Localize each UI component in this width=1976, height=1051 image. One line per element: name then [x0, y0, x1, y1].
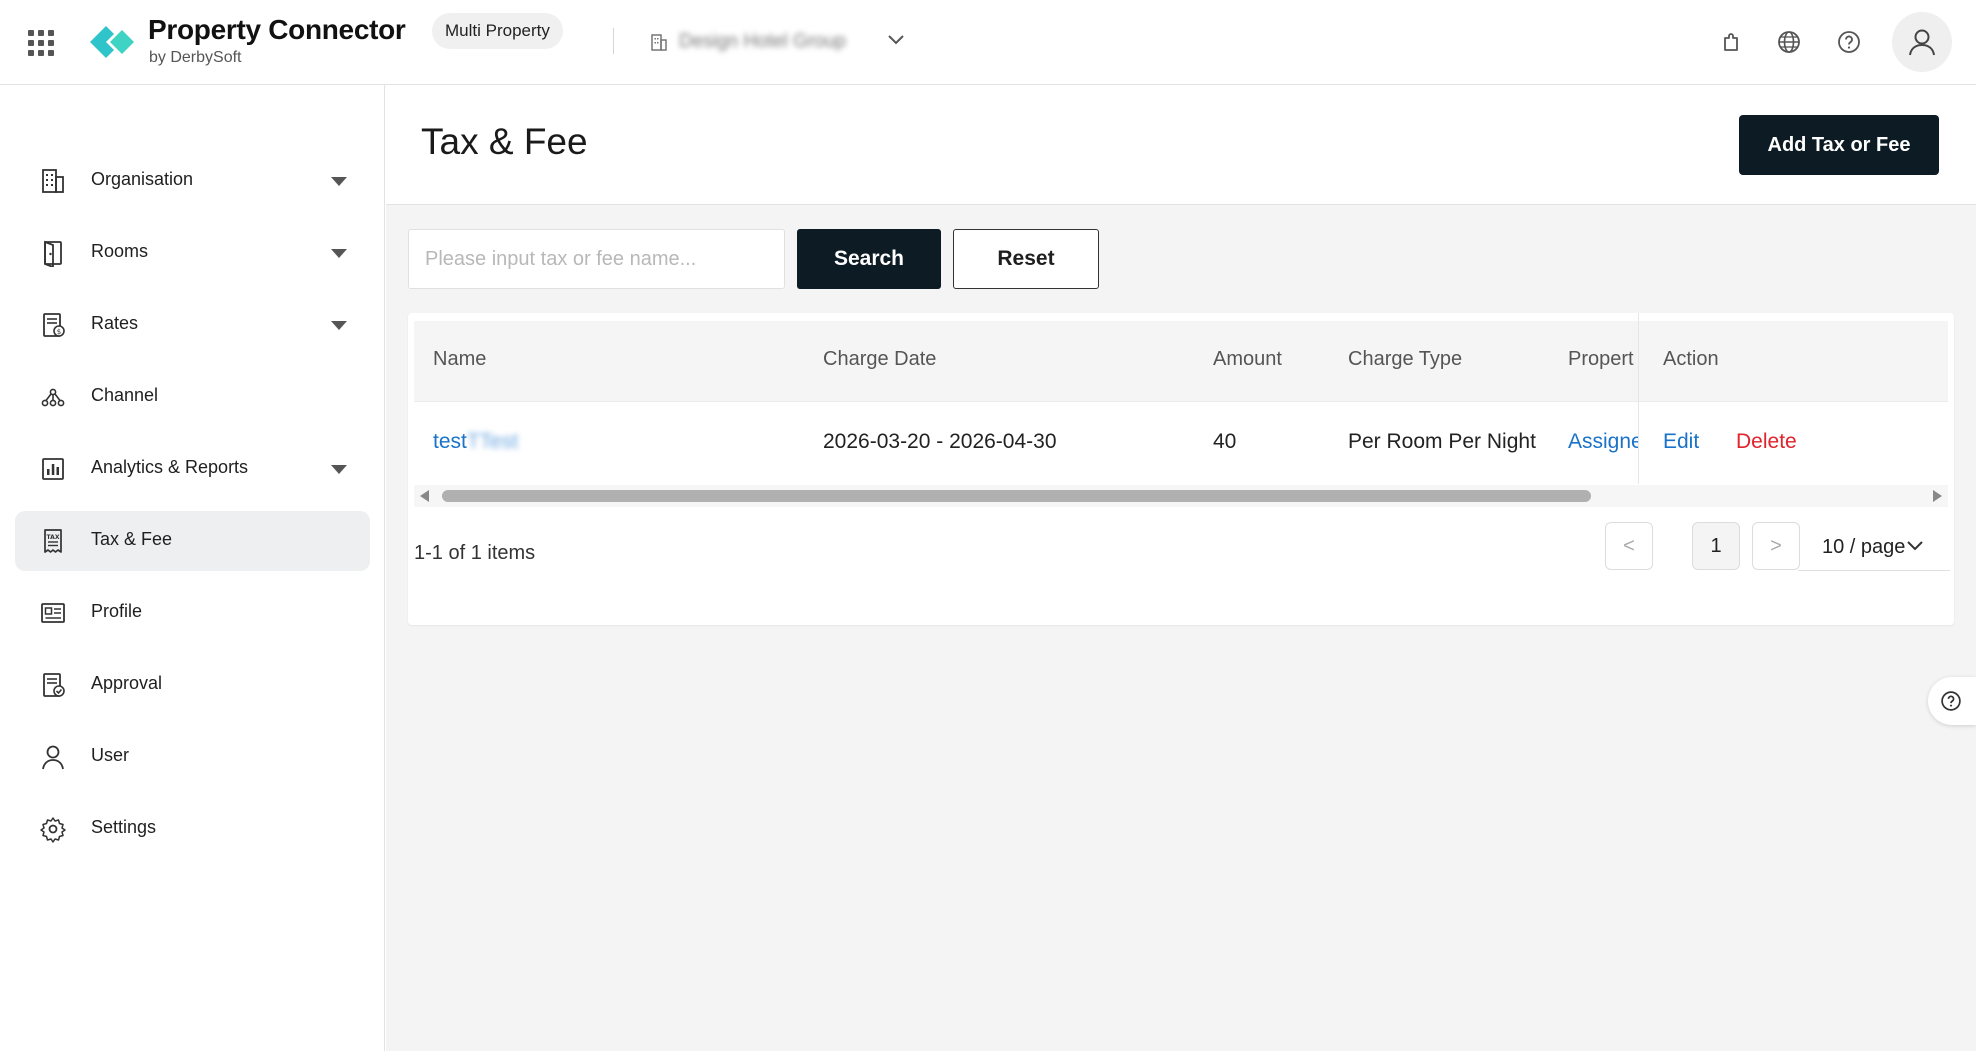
- sidebar-item-label: User: [91, 745, 130, 765]
- apps-grid-icon[interactable]: [28, 30, 54, 56]
- scroll-right-arrow[interactable]: [1933, 490, 1942, 502]
- logo-icon: [90, 26, 134, 58]
- header-divider: [613, 28, 614, 54]
- search-button[interactable]: Search: [797, 229, 941, 289]
- charge-type-cell: Per Room Per Night: [1348, 430, 1536, 453]
- approval-icon: [43, 673, 65, 697]
- charge-date-cell: 2026-03-20 - 2026-04-30: [823, 430, 1057, 453]
- tax-fee-table-card: Name Charge Date Amount Charge Type Prop…: [408, 313, 1954, 625]
- column-header-action: Action: [1663, 348, 1719, 370]
- page-size-select[interactable]: 10 / page: [1798, 523, 1950, 571]
- pagination-total: 1-1 of 1 items: [414, 542, 536, 564]
- scrollbar-thumb[interactable]: [442, 490, 1591, 502]
- column-header-property[interactable]: Propert: [1568, 348, 1634, 371]
- tax-name-suffix: TTest: [466, 430, 519, 453]
- column-header-charge-type[interactable]: Charge Type: [1348, 348, 1462, 371]
- gear-icon: [40, 817, 66, 843]
- puzzle-icon[interactable]: [1718, 29, 1744, 55]
- edit-button[interactable]: Edit: [1663, 430, 1699, 454]
- property-column-clip: Propert: [1561, 321, 1638, 401]
- brand-subtitle: by DerbySoft: [149, 49, 242, 66]
- profile-card-icon: [41, 603, 65, 623]
- tax-name-text[interactable]: test: [433, 430, 467, 453]
- sidebar-item-profile[interactable]: Profile: [15, 583, 370, 643]
- sidebar-item-rates[interactable]: $ Rates: [15, 295, 370, 355]
- column-header-name[interactable]: Name: [433, 348, 486, 371]
- amount-cell: 40: [1213, 430, 1237, 453]
- caret-down-icon[interactable]: [331, 321, 347, 330]
- svg-text:$: $: [57, 328, 61, 336]
- sidebar-item-channel[interactable]: Channel: [15, 367, 370, 427]
- organisation-selector[interactable]: Design Hotel Group: [679, 29, 879, 55]
- multi-property-badge[interactable]: Multi Property: [432, 13, 563, 49]
- sidebar-item-approval[interactable]: Approval: [15, 655, 370, 715]
- top-header: Property Connector by DerbySoft Multi Pr…: [0, 0, 1976, 85]
- sidebar-item-label: Approval: [91, 673, 163, 693]
- property-assigned-link[interactable]: Assigned: [1568, 430, 1638, 454]
- column-header-amount[interactable]: Amount: [1213, 348, 1282, 371]
- pagination-prev-button[interactable]: <: [1605, 522, 1653, 570]
- sidebar-item-organisation[interactable]: Organisation: [15, 151, 370, 211]
- building-icon: [42, 169, 64, 193]
- search-input[interactable]: [408, 229, 785, 289]
- tax-icon: TAX: [44, 529, 62, 553]
- building-icon: [651, 34, 667, 51]
- sidebar-item-label: Channel: [91, 385, 159, 405]
- help-icon[interactable]: [1836, 29, 1862, 55]
- brand-title: Property Connector: [148, 14, 406, 45]
- sidebar-item-user[interactable]: User: [15, 727, 370, 787]
- sidebar: Organisation Rooms $ Rates Channel Analy…: [0, 85, 385, 1051]
- column-header-charge-date[interactable]: Charge Date: [823, 348, 936, 371]
- caret-down-icon[interactable]: [331, 249, 347, 258]
- property-cell-clip: Assigned: [1561, 402, 1638, 484]
- sidebar-item-label: Tax & Fee: [91, 529, 173, 549]
- table-row: testTTest 2026-03-20 - 2026-04-30 40 Per…: [414, 402, 1948, 484]
- chevron-down-icon[interactable]: [887, 34, 905, 46]
- add-tax-fee-button[interactable]: Add Tax or Fee: [1739, 115, 1939, 175]
- pagination-next-button[interactable]: >: [1752, 522, 1800, 570]
- page-size-value: 10 / page: [1822, 536, 1906, 558]
- sidebar-item-label: Organisation: [91, 169, 194, 189]
- chevron-down-icon[interactable]: [1906, 540, 1924, 552]
- table-header: Name Charge Date Amount Charge Type Prop…: [414, 321, 1948, 402]
- tax-name-link[interactable]: testTTest: [433, 430, 518, 454]
- sidebar-item-label: Profile: [91, 601, 143, 621]
- scroll-left-arrow[interactable]: [420, 490, 429, 502]
- user-icon: [42, 745, 64, 770]
- reset-button[interactable]: Reset: [953, 229, 1099, 289]
- page-header: Tax & Fee Add Tax or Fee: [386, 85, 1976, 205]
- sticky-column-shadow: [1638, 313, 1639, 484]
- channel-icon: [41, 388, 65, 407]
- sidebar-item-tax-fee[interactable]: TAX Tax & Fee: [15, 511, 370, 571]
- sidebar-item-settings[interactable]: Settings: [15, 799, 370, 859]
- help-icon: [1941, 691, 1961, 711]
- chart-icon: [42, 458, 64, 480]
- pagination-page-1[interactable]: 1: [1692, 522, 1740, 570]
- page-title: Tax & Fee: [421, 121, 588, 162]
- sidebar-item-label: Rooms: [91, 241, 149, 261]
- floating-help-button[interactable]: [1928, 677, 1976, 725]
- sidebar-item-label: Analytics & Reports: [91, 457, 249, 477]
- sidebar-item-analytics-reports[interactable]: Analytics & Reports: [15, 439, 370, 499]
- sidebar-item-label: Rates: [91, 313, 139, 333]
- globe-icon[interactable]: [1776, 29, 1802, 55]
- rate-doc-icon: $: [43, 313, 65, 337]
- sidebar-item-label: Settings: [91, 817, 157, 837]
- door-icon: [44, 240, 62, 267]
- delete-button[interactable]: Delete: [1736, 430, 1797, 454]
- caret-down-icon[interactable]: [331, 465, 347, 474]
- horizontal-scrollbar[interactable]: [414, 485, 1948, 507]
- sidebar-item-rooms[interactable]: Rooms: [15, 223, 370, 283]
- svg-text:TAX: TAX: [47, 534, 60, 541]
- main-content: Tax & Fee Add Tax or Fee Search Reset Na…: [386, 85, 1976, 1051]
- user-icon: [1909, 29, 1935, 56]
- caret-down-icon[interactable]: [331, 177, 347, 186]
- user-avatar[interactable]: [1892, 12, 1952, 72]
